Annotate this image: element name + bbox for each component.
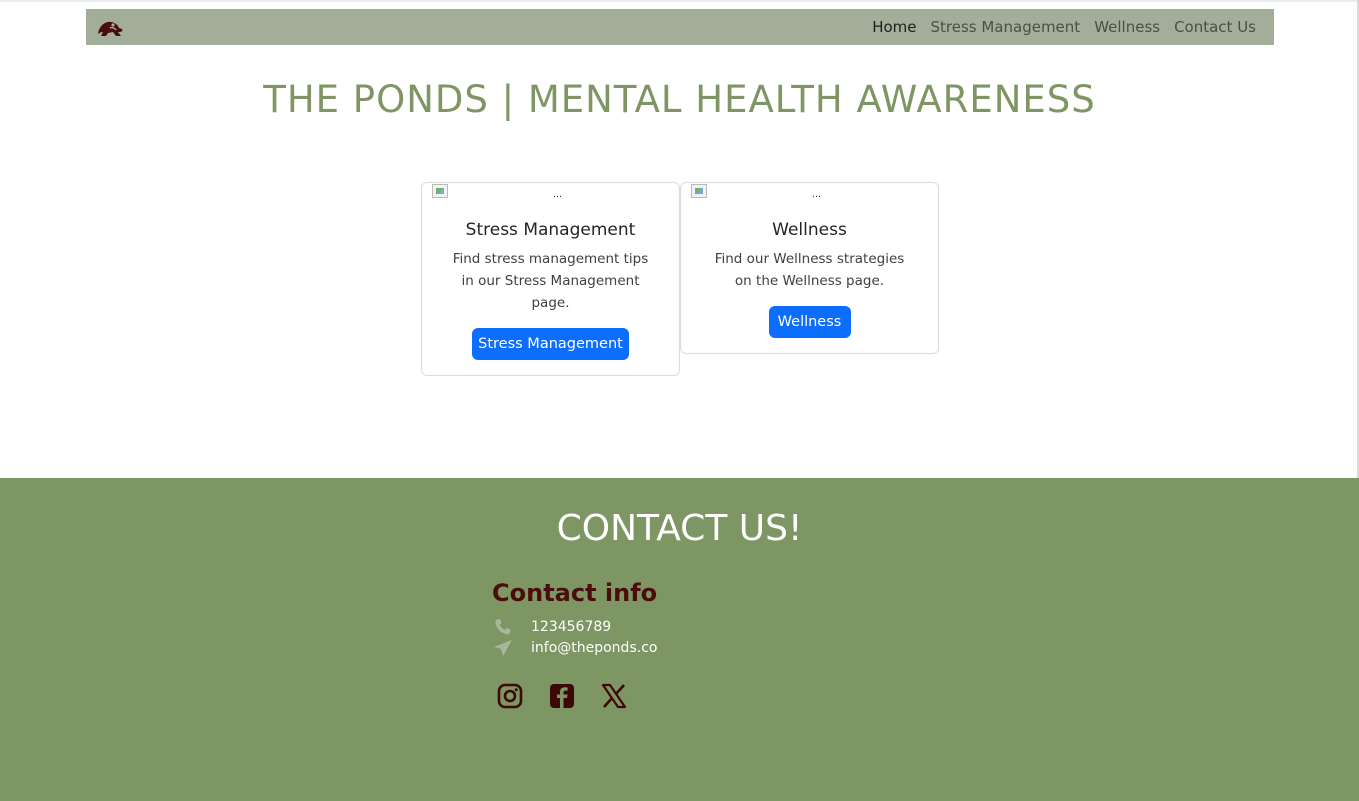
navbar: Home Stress Management Wellness Contact … <box>86 9 1274 45</box>
page-title: THE PONDS | MENTAL HEALTH AWARENESS <box>263 78 1096 121</box>
contact-phone-row: 123456789 <box>492 617 611 637</box>
social-links <box>496 682 627 709</box>
nav-link-home[interactable]: Home <box>872 18 916 36</box>
phone-icon <box>492 617 514 637</box>
wellness-button[interactable]: Wellness <box>768 306 851 338</box>
card-image: ... <box>422 183 679 209</box>
stress-management-button[interactable]: Stress Management <box>472 328 629 360</box>
x-icon[interactable] <box>600 682 627 709</box>
paper-plane-icon <box>492 638 514 658</box>
card-wellness: ... Wellness Find our Wellness strategie… <box>680 182 939 354</box>
card-title: Wellness <box>772 220 847 240</box>
card-text: Find our Wellness strategies on the Well… <box>714 251 905 289</box>
nav-link-wellness[interactable]: Wellness <box>1094 18 1160 36</box>
image-alt-text: ... <box>552 188 563 200</box>
card-stress-management: ... Stress Management Find stress manage… <box>421 182 680 376</box>
facebook-icon[interactable] <box>548 682 575 709</box>
contact-phone: 123456789 <box>531 619 612 635</box>
nav-link-contact-us[interactable]: Contact Us <box>1174 18 1256 36</box>
contact-email[interactable]: info@theponds.co <box>531 640 657 656</box>
instagram-icon[interactable] <box>496 682 523 709</box>
card-text: Find stress management tips in our Stres… <box>452 251 649 311</box>
nav-link-stress-management[interactable]: Stress Management <box>931 18 1081 36</box>
card-title: Stress Management <box>465 220 636 240</box>
card-image: ... <box>681 183 938 209</box>
footer-title: CONTACT US! <box>556 508 803 549</box>
footer: CONTACT US! Contact info 123456789 info@… <box>0 478 1359 801</box>
contact-email-row: info@theponds.co <box>492 638 657 658</box>
nav-links: Home Stress Management Wellness Contact … <box>872 18 1256 36</box>
frog-logo-icon[interactable] <box>96 15 124 39</box>
top-border <box>0 0 1359 2</box>
image-alt-text: ... <box>811 188 822 200</box>
contact-info-heading: Contact info <box>492 579 658 607</box>
